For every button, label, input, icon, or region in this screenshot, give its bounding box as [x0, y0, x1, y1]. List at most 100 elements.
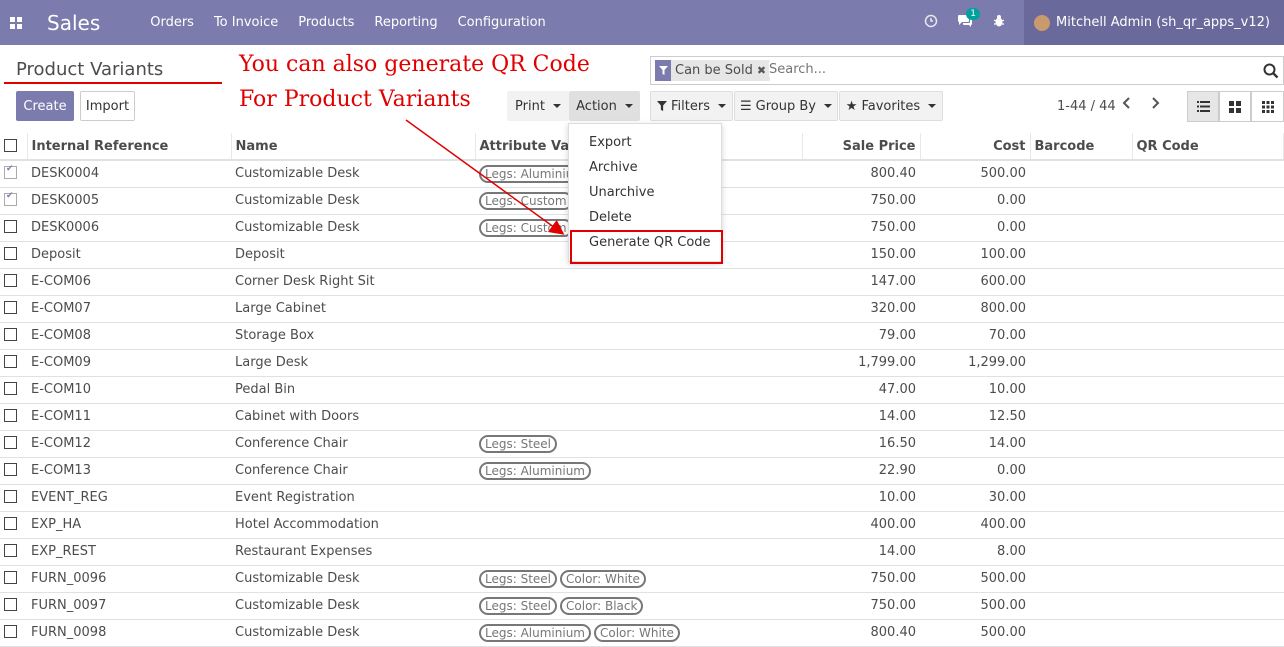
cell-sale-price[interactable]: 79.00	[802, 322, 920, 350]
cell-attribute-values[interactable]: Legs: Steel Color: Black	[475, 592, 802, 620]
menu-reporting[interactable]: Reporting	[374, 15, 437, 30]
cell-sale-price[interactable]: 22.90	[802, 457, 920, 485]
cell-internal-reference[interactable]: DESK0004	[27, 160, 231, 188]
cell-name[interactable]: Large Desk	[231, 349, 475, 377]
table-row[interactable]: FURN_0098 Customizable Desk Legs: Aluminiu…	[0, 619, 1284, 647]
cell-barcode[interactable]	[1030, 160, 1132, 188]
apps-menu-icon[interactable]	[0, 0, 32, 45]
row-checkbox[interactable]	[4, 355, 17, 368]
cell-name[interactable]: Customizable Desk	[231, 187, 475, 215]
select-all-cell[interactable]	[0, 133, 28, 161]
menu-to-invoice[interactable]: To Invoice	[214, 15, 278, 30]
cell-attribute-values[interactable]	[475, 268, 802, 296]
table-row[interactable]: E-COM09 Large Desk 1,799.00 1,299.00	[0, 349, 1284, 377]
cell-barcode[interactable]	[1030, 592, 1132, 620]
row-select-cell[interactable]	[0, 187, 27, 215]
row-select-cell[interactable]	[0, 322, 27, 350]
action-archive[interactable]: Archive	[569, 155, 721, 180]
cell-cost[interactable]: 12.50	[920, 403, 1030, 431]
cell-qr-code[interactable]	[1132, 457, 1284, 485]
search-icon[interactable]	[1263, 63, 1279, 83]
cell-cost[interactable]: 30.00	[920, 484, 1030, 512]
cell-internal-reference[interactable]: DESK0006	[27, 214, 231, 242]
chat-icon[interactable]: 1	[948, 7, 982, 32]
cell-name[interactable]: Hotel Accommodation	[231, 511, 475, 539]
row-select-cell[interactable]	[0, 241, 27, 269]
cell-barcode[interactable]	[1030, 403, 1132, 431]
cell-barcode[interactable]	[1030, 457, 1132, 485]
group-by-dropdown[interactable]: ☰ Group By	[734, 91, 838, 121]
cell-internal-reference[interactable]: E-COM10	[27, 376, 231, 404]
cell-sale-price[interactable]: 320.00	[802, 295, 920, 323]
cell-sale-price[interactable]: 1,799.00	[802, 349, 920, 377]
row-checkbox[interactable]	[4, 625, 17, 638]
cell-sale-price[interactable]: 47.00	[802, 376, 920, 404]
row-select-cell[interactable]	[0, 565, 27, 593]
table-row[interactable]: E-COM10 Pedal Bin 47.00 10.00	[0, 376, 1284, 404]
cell-name[interactable]: Customizable Desk	[231, 592, 475, 620]
cell-attribute-values[interactable]: Legs: Aluminium	[475, 457, 802, 485]
cell-cost[interactable]: 500.00	[920, 565, 1030, 593]
cell-internal-reference[interactable]: EVENT_REG	[27, 484, 231, 512]
table-row[interactable]: EVENT_REG Event Registration 10.00 30.00	[0, 484, 1284, 512]
action-export[interactable]: Export	[569, 130, 721, 155]
col-sale-price[interactable]: Sale Price	[802, 133, 921, 161]
cell-cost[interactable]: 500.00	[920, 592, 1030, 620]
cell-cost[interactable]: 400.00	[920, 511, 1030, 539]
cell-barcode[interactable]	[1030, 619, 1132, 647]
cell-barcode[interactable]	[1030, 187, 1132, 215]
cell-sale-price[interactable]: 750.00	[802, 187, 920, 215]
row-select-cell[interactable]	[0, 160, 27, 188]
table-row[interactable]: E-COM06 Corner Desk Right Sit 147.00 600.00	[0, 268, 1284, 296]
cell-qr-code[interactable]	[1132, 403, 1284, 431]
cell-barcode[interactable]	[1030, 565, 1132, 593]
row-select-cell[interactable]	[0, 592, 27, 620]
cell-name[interactable]: Event Registration	[231, 484, 475, 512]
cell-barcode[interactable]	[1030, 214, 1132, 242]
cell-internal-reference[interactable]: E-COM13	[27, 457, 231, 485]
cell-cost[interactable]: 14.00	[920, 430, 1030, 458]
cell-qr-code[interactable]	[1132, 484, 1284, 512]
cell-barcode[interactable]	[1030, 268, 1132, 296]
favorites-dropdown[interactable]: ★ Favorites	[839, 91, 943, 121]
cell-qr-code[interactable]	[1132, 430, 1284, 458]
cell-sale-price[interactable]: 16.50	[802, 430, 920, 458]
cell-sale-price[interactable]: 800.40	[802, 160, 920, 188]
cell-internal-reference[interactable]: Deposit	[27, 241, 231, 269]
cell-sale-price[interactable]: 150.00	[802, 241, 920, 269]
cell-name[interactable]: Deposit	[231, 241, 475, 269]
cell-internal-reference[interactable]: DESK0005	[27, 187, 231, 215]
cell-sale-price[interactable]: 14.00	[802, 403, 920, 431]
cell-qr-code[interactable]	[1132, 619, 1284, 647]
cell-attribute-values[interactable]: Legs: Steel Color: White	[475, 565, 802, 593]
cell-internal-reference[interactable]: FURN_0096	[27, 565, 231, 593]
menu-configuration[interactable]: Configuration	[458, 15, 546, 30]
row-checkbox[interactable]	[4, 301, 17, 314]
print-dropdown[interactable]: Print	[507, 91, 569, 121]
cell-qr-code[interactable]	[1132, 160, 1284, 188]
action-unarchive[interactable]: Unarchive	[569, 180, 721, 205]
cell-cost[interactable]: 500.00	[920, 160, 1030, 188]
cell-internal-reference[interactable]: E-COM07	[27, 295, 231, 323]
cell-sale-price[interactable]: 147.00	[802, 268, 920, 296]
table-row[interactable]: E-COM11 Cabinet with Doors 14.00 12.50	[0, 403, 1284, 431]
table-row[interactable]: FURN_0097 Customizable Desk Legs: Steel Col…	[0, 592, 1284, 620]
col-qr-code[interactable]: QR Code	[1132, 133, 1284, 161]
cell-attribute-values[interactable]	[475, 322, 802, 350]
filters-dropdown[interactable]: Filters	[650, 91, 733, 121]
col-internal-reference[interactable]: Internal Reference	[27, 133, 232, 161]
cell-qr-code[interactable]	[1132, 295, 1284, 323]
cell-barcode[interactable]	[1030, 538, 1132, 566]
row-select-cell[interactable]	[0, 538, 27, 566]
cell-barcode[interactable]	[1030, 430, 1132, 458]
row-select-cell[interactable]	[0, 376, 27, 404]
cell-cost[interactable]: 0.00	[920, 457, 1030, 485]
cell-qr-code[interactable]	[1132, 214, 1284, 242]
user-menu[interactable]: Mitchell Admin (sh_qr_apps_v12)	[1024, 0, 1284, 45]
cell-qr-code[interactable]	[1132, 592, 1284, 620]
cell-cost[interactable]: 0.00	[920, 187, 1030, 215]
row-checkbox[interactable]	[4, 247, 17, 260]
import-button[interactable]: Import	[80, 91, 135, 121]
cell-name[interactable]: Customizable Desk	[231, 214, 475, 242]
cell-internal-reference[interactable]: EXP_REST	[27, 538, 231, 566]
